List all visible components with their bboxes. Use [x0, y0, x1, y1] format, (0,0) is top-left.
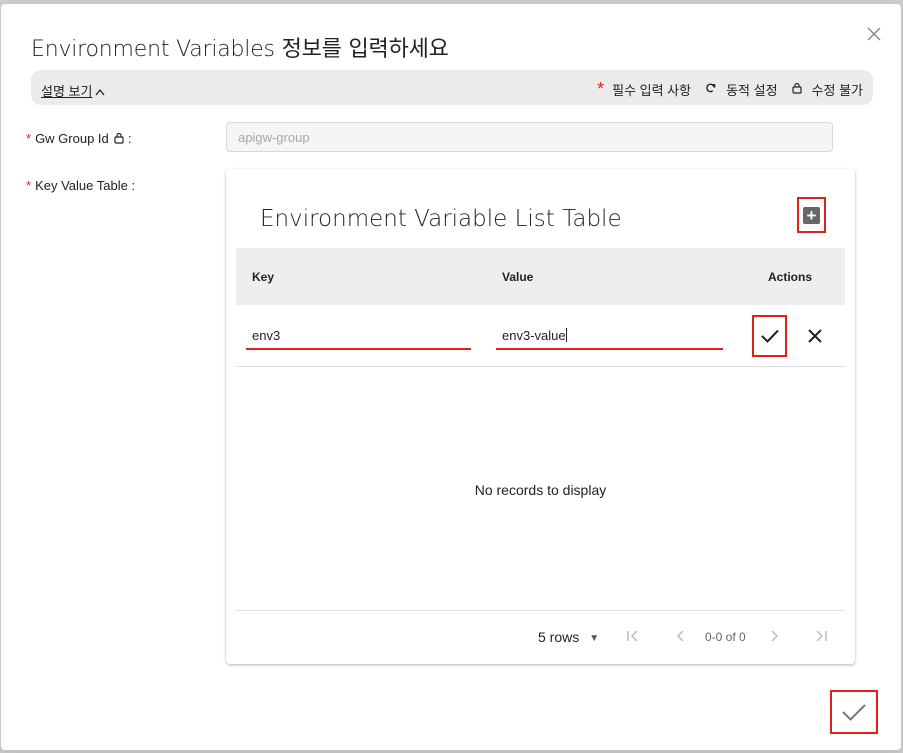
legend: * 필수 입력 사항 동적 설정 수정 불가	[597, 80, 863, 99]
rows-per-page-value: 5 rows	[538, 629, 580, 645]
column-header-value: Value	[502, 270, 534, 284]
key-value-label-text: Key Value Table	[35, 178, 128, 193]
confirm-button[interactable]	[830, 690, 878, 734]
gw-group-label: * Gw Group Id :	[26, 131, 132, 147]
env-variable-table-card: Environment Variable List Table + Key Va…	[226, 169, 855, 664]
add-box-icon: +	[803, 206, 820, 224]
legend-dynamic: 동적 설정	[726, 83, 778, 98]
column-header-actions: Actions	[768, 270, 813, 284]
first-page-icon	[627, 630, 638, 642]
required-star-icon: *	[597, 79, 605, 99]
environment-variables-dialog: Environment Variables 정보를 입력하세요 설명 보기 * …	[1, 4, 901, 750]
close-icon	[867, 27, 881, 41]
close-button[interactable]	[863, 23, 885, 45]
editing-row: env3 env3-value	[236, 306, 845, 367]
cancel-row-button[interactable]	[802, 323, 828, 349]
key-value-table-label: * Key Value Table :	[26, 178, 135, 193]
rows-per-page-select[interactable]: 5 rows ▼	[538, 629, 599, 645]
add-row-button[interactable]: +	[797, 197, 826, 233]
empty-message: No records to display	[474, 482, 607, 498]
value-input-text: env3-value	[502, 328, 566, 343]
lock-icon	[114, 132, 124, 147]
chevron-left-icon	[676, 630, 684, 642]
key-input[interactable]: env3	[246, 326, 471, 350]
pagination-count: 0-0 of 0	[705, 630, 746, 644]
previous-page-button[interactable]	[670, 625, 692, 647]
label-colon: :	[127, 178, 136, 193]
value-input[interactable]: env3-value	[496, 326, 723, 350]
last-page-icon	[816, 630, 827, 642]
text-cursor	[565, 328, 567, 342]
close-icon	[808, 329, 822, 343]
chevron-right-icon	[771, 630, 779, 642]
column-header-key: Key	[252, 270, 275, 284]
dialog-title: Environment Variables 정보를 입력하세요	[31, 37, 449, 62]
chevron-up-icon	[95, 84, 105, 99]
legend-required: 필수 입력 사항	[612, 83, 692, 98]
required-star-icon: *	[26, 178, 32, 193]
legend-readonly: 수정 불가	[811, 83, 863, 98]
description-toggle[interactable]: 설명 보기	[41, 81, 105, 100]
lock-icon	[791, 82, 802, 97]
required-star-icon: *	[26, 131, 32, 146]
table-header: Key Value Actions	[236, 248, 845, 305]
check-icon	[842, 704, 866, 721]
gw-group-label-text: Gw Group Id	[35, 131, 109, 146]
pagination: 5 rows ▼ 0-0 of 0	[236, 610, 845, 665]
next-page-button[interactable]	[763, 625, 785, 647]
save-row-button[interactable]	[752, 315, 787, 357]
dropdown-caret-icon: ▼	[589, 632, 600, 644]
gw-group-id-input[interactable]: apigw-group	[226, 122, 833, 152]
first-page-button[interactable]	[622, 625, 644, 647]
info-bar: 설명 보기 * 필수 입력 사항 동적 설정 수정 불가	[31, 70, 873, 105]
last-page-button[interactable]	[810, 625, 832, 647]
refresh-icon	[705, 82, 716, 97]
check-icon	[760, 329, 779, 343]
table-title: Environment Variable List Table	[260, 206, 622, 232]
label-colon: :	[124, 131, 132, 146]
description-toggle-label: 설명 보기	[41, 84, 93, 99]
